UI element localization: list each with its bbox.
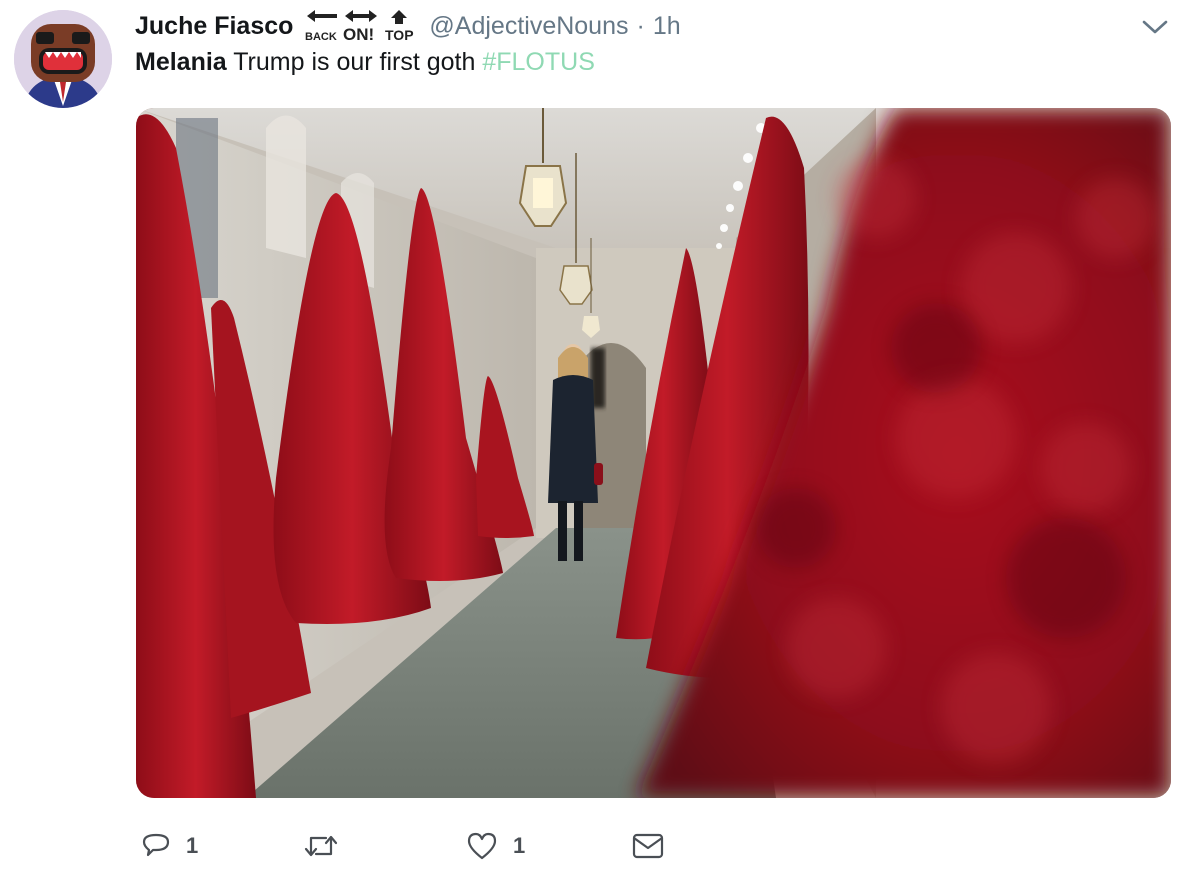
- reply-button[interactable]: 1: [140, 828, 198, 864]
- hashtag-link[interactable]: #FLOTUS: [482, 48, 595, 76]
- timestamp[interactable]: 1h: [653, 12, 681, 41]
- retweet-button[interactable]: [302, 828, 354, 864]
- tweet-card[interactable]: Juche Fiasco BACK ON! TOP @AdjectiveNoun…: [0, 0, 1200, 876]
- tweet-photo[interactable]: [136, 108, 1171, 798]
- direct-message-button[interactable]: [630, 828, 666, 864]
- envelope-icon: [630, 830, 666, 862]
- reply-count: 1: [186, 833, 199, 858]
- svg-text:BACK: BACK: [305, 31, 337, 43]
- display-name[interactable]: Juche Fiasco: [135, 12, 293, 41]
- cartoon-avatar-icon: [14, 10, 112, 108]
- reply-icon: [140, 830, 172, 862]
- heart-icon: [465, 830, 499, 862]
- tweet-text: Melania Trump is our first goth #FLOTUS: [135, 48, 595, 77]
- name-emoji-badge-icon: BACK ON! TOP: [303, 9, 421, 44]
- svg-text:ON!: ON!: [343, 25, 374, 43]
- retweet-icon: [302, 830, 340, 862]
- tweet-text-bold: Melania: [135, 48, 227, 76]
- chevron-down-icon[interactable]: [1140, 14, 1170, 40]
- avatar[interactable]: [14, 10, 112, 108]
- svg-text:TOP: TOP: [385, 27, 414, 43]
- tweet-actions: 1 1: [140, 828, 680, 864]
- like-count: 1: [513, 833, 526, 858]
- user-handle[interactable]: @AdjectiveNouns: [429, 12, 628, 41]
- tweet-header: Juche Fiasco BACK ON! TOP @AdjectiveNoun…: [135, 6, 681, 46]
- photo-hallway-red-trees: [136, 108, 1171, 798]
- like-button[interactable]: 1: [465, 828, 525, 864]
- separator-dot: ·: [636, 11, 645, 40]
- tweet-text-body: Trump is our first goth: [226, 48, 483, 76]
